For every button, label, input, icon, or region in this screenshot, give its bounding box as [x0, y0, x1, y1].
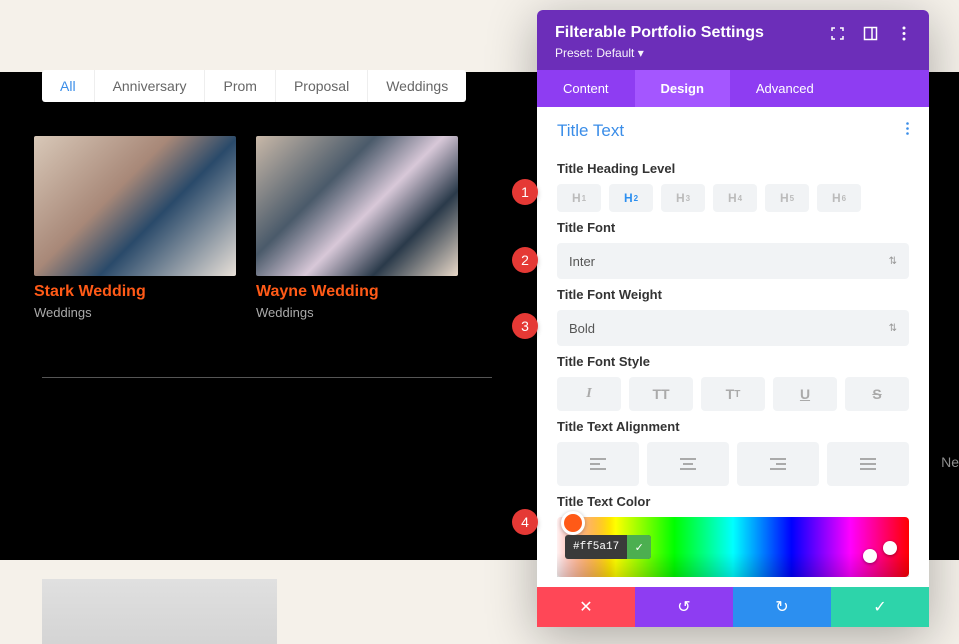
align-left-button[interactable] [557, 442, 639, 486]
portfolio-item[interactable]: Stark Wedding Weddings [34, 136, 236, 320]
tab-content[interactable]: Content [537, 70, 635, 107]
caret-icon: ⇅ [889, 256, 897, 267]
color-picker[interactable]: #ff5a17 ✓ [557, 517, 909, 577]
filter-bar: All Anniversary Prom Proposal Weddings [42, 70, 466, 102]
heading-h5[interactable]: H5 [765, 184, 809, 212]
portfolio-image[interactable] [256, 136, 458, 276]
align-buttons [557, 442, 909, 486]
annotation-badge-1: 1 [512, 179, 538, 205]
panel-header: Filterable Portfolio Settings Preset: De… [537, 10, 929, 70]
portfolio-title: Wayne Wedding [256, 283, 458, 301]
color-swatch[interactable] [561, 511, 585, 535]
heading-h4[interactable]: H4 [713, 184, 757, 212]
style-label: Title Font Style [557, 354, 909, 369]
filter-proposal[interactable]: Proposal [276, 70, 368, 102]
save-button[interactable]: ✓ [831, 587, 929, 627]
hue-handle[interactable] [863, 549, 877, 563]
cancel-button[interactable]: ✕ [537, 587, 635, 627]
filter-prom[interactable]: Prom [205, 70, 275, 102]
heading-h1[interactable]: H1 [557, 184, 601, 212]
align-center-button[interactable] [647, 442, 729, 486]
portfolio-image[interactable] [34, 136, 236, 276]
align-justify-button[interactable] [827, 442, 909, 486]
portfolio-category: Weddings [34, 305, 236, 320]
weight-select[interactable]: Bold ⇅ [557, 310, 909, 346]
filter-anniversary[interactable]: Anniversary [95, 70, 206, 102]
hex-input-box: #ff5a17 ✓ [565, 535, 651, 559]
annotation-badge-4: 4 [512, 509, 538, 535]
italic-button[interactable]: I [557, 377, 621, 411]
panel-title: Filterable Portfolio Settings [555, 24, 764, 42]
filter-weddings[interactable]: Weddings [368, 70, 466, 102]
strikethrough-button[interactable]: S [845, 377, 909, 411]
settings-panel: Filterable Portfolio Settings Preset: De… [537, 10, 929, 627]
color-label: Title Text Color [557, 494, 909, 509]
portfolio-category: Weddings [256, 305, 458, 320]
kebab-icon[interactable] [896, 26, 911, 41]
underline-button[interactable]: U [773, 377, 837, 411]
panel-body: Title Text Title Heading Level H1 H2 H3 … [537, 107, 929, 587]
thumbnail [42, 579, 277, 644]
weight-label: Title Font Weight [557, 287, 909, 302]
smallcaps-button[interactable]: TT [701, 377, 765, 411]
align-right-button[interactable] [737, 442, 819, 486]
uppercase-button[interactable]: TT [629, 377, 693, 411]
section-title[interactable]: Title Text [557, 121, 624, 141]
align-label: Title Text Alignment [557, 419, 909, 434]
portfolio-title: Stark Wedding [34, 283, 236, 301]
heading-level-label: Title Heading Level [557, 161, 909, 176]
focus-icon[interactable] [830, 26, 845, 41]
portfolio-item[interactable]: Wayne Wedding Weddings [256, 136, 458, 320]
filter-all[interactable]: All [42, 70, 95, 102]
font-select[interactable]: Inter ⇅ [557, 243, 909, 279]
annotation-badge-2: 2 [512, 247, 538, 273]
tab-advanced[interactable]: Advanced [730, 70, 840, 107]
divider [42, 377, 492, 378]
caret-icon: ⇅ [889, 323, 897, 334]
heading-h3[interactable]: H3 [661, 184, 705, 212]
undo-button[interactable]: ↺ [635, 587, 733, 627]
portfolio-grid: Stark Wedding Weddings Wayne Wedding Wed… [34, 136, 458, 320]
heading-h2[interactable]: H2 [609, 184, 653, 212]
annotation-badge-3: 3 [512, 313, 538, 339]
layout-icon[interactable] [863, 26, 878, 41]
font-label: Title Font [557, 220, 909, 235]
next-link[interactable]: Ne [941, 454, 959, 470]
heading-h6[interactable]: H6 [817, 184, 861, 212]
style-buttons: I TT TT U S [557, 377, 909, 411]
weight-value: Bold [569, 321, 595, 336]
alpha-handle[interactable] [883, 541, 897, 555]
font-value: Inter [569, 254, 595, 269]
preset-selector[interactable]: Preset: Default ▾ [555, 46, 911, 60]
tab-design[interactable]: Design [635, 70, 730, 107]
panel-footer: ✕ ↺ ↻ ✓ [537, 587, 929, 627]
section-menu-icon[interactable] [906, 122, 909, 140]
heading-levels: H1 H2 H3 H4 H5 H6 [557, 184, 909, 212]
redo-button[interactable]: ↻ [733, 587, 831, 627]
hex-value[interactable]: #ff5a17 [565, 541, 627, 553]
tabs: Content Design Advanced [537, 70, 929, 107]
hex-confirm-button[interactable]: ✓ [627, 535, 651, 559]
